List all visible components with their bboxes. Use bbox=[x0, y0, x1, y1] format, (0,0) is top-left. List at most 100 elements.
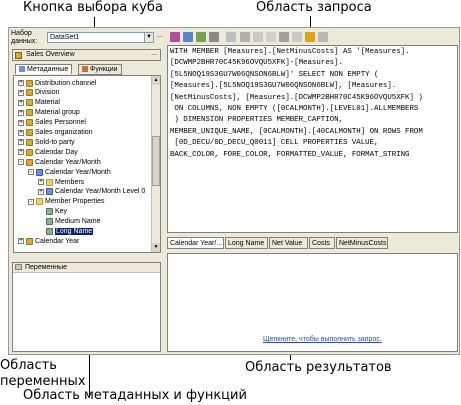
query-line: [NetMinusCosts], [Measures].[DCWMP2BHR70… bbox=[170, 93, 423, 102]
query-line: ) DIMENSION PROPERTIES MEMBER_CAPTION, bbox=[170, 116, 343, 125]
dimension-icon bbox=[26, 138, 33, 146]
expand-icon[interactable]: + bbox=[38, 188, 44, 195]
cube-icon bbox=[15, 52, 22, 59]
run-query-icon[interactable] bbox=[305, 32, 315, 42]
expand-icon[interactable]: + bbox=[18, 149, 24, 156]
collapse-icon[interactable]: - bbox=[18, 159, 24, 166]
tree-item[interactable]: + Sales organization bbox=[18, 129, 93, 137]
query-line: ON COLUMNS, NON EMPTY ([0CALMONTH].[LEVE… bbox=[170, 105, 419, 114]
tree-item[interactable]: + Calendar Day bbox=[18, 148, 78, 156]
tree-item-label: Calendar Year/Month bbox=[35, 158, 101, 166]
chevron-down-icon: ▼ bbox=[144, 33, 153, 42]
collapse-icon[interactable]: - bbox=[28, 169, 34, 176]
tree-item-label: Members bbox=[55, 178, 85, 186]
tree-item[interactable]: Key bbox=[38, 208, 67, 216]
dimension-icon bbox=[26, 237, 33, 245]
results-panel: Щелкните, чтобы выполнить запрос. bbox=[167, 253, 458, 352]
expand-icon[interactable]: + bbox=[18, 119, 24, 126]
dataset-more-button[interactable]: ... bbox=[157, 32, 163, 39]
results-column-header[interactable]: Calendar Year/... bbox=[167, 237, 224, 249]
edit-dataset-icon[interactable] bbox=[209, 32, 219, 42]
results-column-header[interactable]: Costs bbox=[309, 237, 335, 249]
expand-icon[interactable]: + bbox=[18, 139, 24, 146]
dimension-icon bbox=[26, 158, 33, 166]
tree-item-label: Sold-to party bbox=[35, 138, 75, 146]
tree-item[interactable]: + Calendar Year bbox=[18, 237, 79, 245]
expand-icon[interactable]: + bbox=[18, 109, 24, 116]
execute-query-link[interactable]: Щелкните, чтобы выполнить запрос. bbox=[263, 336, 382, 343]
dataset-select[interactable]: DataSet1 ▼ bbox=[47, 32, 154, 43]
tree-item-label: Material group bbox=[35, 109, 80, 117]
attribute-icon bbox=[46, 218, 53, 226]
tree-item[interactable]: - Calendar Year/Month bbox=[18, 158, 101, 166]
cube-name: Sales Overview bbox=[26, 51, 75, 58]
tree-item[interactable]: + Members bbox=[38, 178, 84, 186]
tree-item-label: Sales Personnel bbox=[35, 119, 86, 127]
expand-icon[interactable]: + bbox=[18, 129, 24, 136]
tree-item[interactable]: + Material group bbox=[18, 109, 80, 117]
tab-metadata[interactable]: Метаданные bbox=[15, 64, 73, 74]
tree-item-label: Division bbox=[35, 89, 60, 97]
dataset-label: Набор данных: bbox=[11, 30, 38, 45]
dimension-icon bbox=[26, 129, 33, 136]
tree-scrollbar[interactable]: ▲ ▼ bbox=[151, 76, 160, 252]
expand-icon[interactable]: + bbox=[18, 238, 24, 245]
tree-item[interactable]: + Sold-to party bbox=[18, 138, 75, 146]
tree-item[interactable]: + Distribution channel bbox=[18, 79, 96, 87]
level-icon bbox=[46, 188, 53, 196]
metadata-tree-panel: + Distribution channel + Division + Material +… bbox=[13, 75, 161, 253]
add-filter-icon[interactable] bbox=[226, 32, 236, 42]
scroll-down-icon[interactable]: ▼ bbox=[152, 243, 160, 252]
scroll-up-icon[interactable]: ▲ bbox=[152, 76, 160, 85]
tree-item[interactable]: Medium Name bbox=[38, 218, 101, 226]
cancel-query-icon[interactable] bbox=[318, 32, 328, 42]
dimension-icon bbox=[26, 79, 33, 87]
undo-icon[interactable] bbox=[253, 32, 263, 42]
tree-item[interactable]: - Calendar Year/Month bbox=[28, 168, 111, 176]
query-editor[interactable]: WITH MEMBER [Measures].[NetMinusCosts] A… bbox=[167, 45, 458, 233]
tree-item[interactable]: + Calendar Year/Month Level 0 bbox=[38, 188, 145, 196]
tree-item[interactable]: - Member Properties bbox=[28, 198, 105, 206]
results-column-header[interactable]: Long Name bbox=[225, 237, 268, 249]
callout-query-area: Область запроса bbox=[256, 0, 372, 15]
expand-icon[interactable]: + bbox=[18, 99, 24, 106]
tree-item[interactable]: + Sales Personnel bbox=[18, 119, 86, 127]
tree-item[interactable]: + Material bbox=[18, 99, 60, 107]
dimension-icon bbox=[26, 148, 33, 156]
add-parameter-icon[interactable] bbox=[240, 32, 250, 42]
tree-item-label: Member Properties bbox=[45, 198, 105, 206]
results-column-header[interactable]: NetMinusCosts bbox=[336, 237, 388, 249]
expand-icon[interactable]: + bbox=[18, 80, 24, 86]
folder-icon bbox=[36, 198, 43, 206]
auto-execute-icon[interactable] bbox=[292, 32, 302, 42]
tree-item-label: Medium Name bbox=[55, 218, 101, 226]
tree-item-label: Sales organization bbox=[35, 129, 93, 136]
expand-icon[interactable]: + bbox=[18, 89, 24, 96]
query-line: [DCWMP2BHR70C45K96OVQU5XFK]-[Measures]. bbox=[170, 59, 343, 68]
query-line: [5L5NOQ19S3GU7W06QNSON6BLW]' SELECT NON … bbox=[170, 70, 379, 79]
attribute-icon bbox=[46, 208, 53, 216]
refresh-fields-icon[interactable] bbox=[196, 32, 206, 42]
import-icon[interactable] bbox=[183, 32, 193, 42]
dimension-icon bbox=[26, 89, 33, 97]
results-column-header[interactable]: Net Value bbox=[269, 237, 308, 249]
query-line: WITH MEMBER [Measures].[NetMinusCosts] A… bbox=[170, 48, 410, 56]
callout-variables-area: Область переменных bbox=[0, 358, 86, 389]
collapse-icon[interactable]: - bbox=[28, 198, 34, 205]
tree-item[interactable]: + Division bbox=[18, 89, 60, 97]
cube-selector[interactable]: Sales Overview ... bbox=[12, 49, 161, 61]
query-line: MEMBER_UNIQUE_NAME, [0CALMONTH].[40CALMO… bbox=[170, 127, 423, 136]
tree-item-label: Calendar Year/Month bbox=[45, 168, 111, 176]
tree-item-label: Long Name bbox=[55, 228, 94, 235]
delete-icon[interactable] bbox=[266, 32, 276, 42]
metadata-tab-icon bbox=[19, 66, 25, 73]
tab-functions[interactable]: Функции bbox=[78, 64, 122, 75]
expand-icon[interactable]: + bbox=[38, 179, 44, 185]
tree-item-label: Material bbox=[35, 99, 60, 107]
tree-item-label: Calendar Year bbox=[35, 237, 80, 245]
cube-more-button[interactable]: ... bbox=[151, 50, 157, 57]
cube-select-icon[interactable] bbox=[170, 32, 180, 42]
scroll-thumb[interactable] bbox=[152, 136, 160, 186]
tree-item[interactable]: Long Name bbox=[38, 228, 94, 236]
show-empty-icon[interactable] bbox=[279, 32, 289, 42]
